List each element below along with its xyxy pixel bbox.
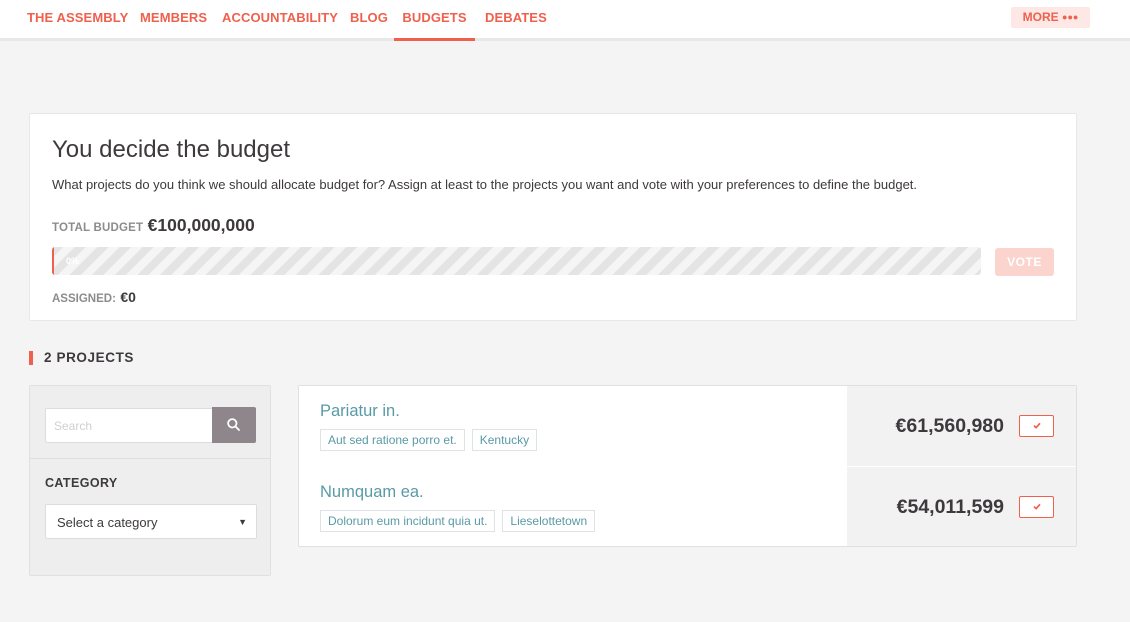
search-icon (227, 418, 240, 431)
search-input[interactable] (45, 408, 213, 443)
project-tag[interactable]: Lieselottetown (502, 510, 596, 532)
filters-sidebar: CATEGORY Select a category ▼ (29, 385, 271, 576)
category-label: CATEGORY (45, 476, 118, 490)
budget-progress-text: 0% (66, 256, 80, 266)
nav-item-the-assembly[interactable]: THE ASSEMBLY (27, 0, 128, 38)
project-tags: Aut sed ratione porro et. Kentucky (320, 429, 544, 451)
nav-item-accountability[interactable]: ACCOUNTABILITY (222, 0, 338, 38)
category-select[interactable]: Select a category ▼ (45, 504, 257, 539)
top-navigation: THE ASSEMBLY MEMBERS ACCOUNTABILITY BLOG… (0, 0, 1130, 41)
add-project-button[interactable] (1019, 496, 1054, 518)
filter-divider (30, 458, 270, 459)
project-row: Pariatur in. Aut sed ratione porro et. Ke… (299, 386, 1076, 466)
project-row: Numquam ea. Dolorum eum incidunt quia ut… (299, 467, 1076, 546)
budget-title: You decide the budget (52, 136, 290, 163)
check-icon (1033, 422, 1041, 429)
projects-count-heading: 2 PROJECTS (29, 351, 134, 365)
more-menu-button[interactable]: MORE ●●● (1011, 7, 1090, 28)
project-amount: €61,560,980 (895, 415, 1004, 437)
project-info: Pariatur in. Aut sed ratione porro et. Ke… (299, 386, 847, 466)
project-budget-panel: €61,560,980 (847, 386, 1076, 466)
project-tags: Dolorum eum incidunt quia ut. Lieselottet… (320, 510, 602, 532)
vote-button[interactable]: VOTE (995, 248, 1054, 276)
total-budget: TOTAL BUDGET €100,000,000 (52, 215, 255, 236)
assigned-budget: ASSIGNED: €0 (52, 289, 136, 307)
project-title-link[interactable]: Pariatur in. (320, 402, 400, 421)
total-budget-value: €100,000,000 (147, 215, 255, 235)
assigned-value: €0 (120, 289, 136, 305)
search-button[interactable] (212, 407, 256, 443)
project-tag[interactable]: Dolorum eum incidunt quia ut. (320, 510, 496, 532)
check-icon (1033, 503, 1041, 510)
category-select-value: Select a category (57, 515, 158, 530)
project-info: Numquam ea. Dolorum eum incidunt quia ut… (299, 467, 847, 546)
nav-item-blog[interactable]: BLOG (350, 0, 388, 38)
more-menu-label: MORE (1022, 10, 1059, 24)
budget-progress-fill (52, 247, 54, 275)
add-project-button[interactable] (1019, 415, 1054, 437)
nav-item-budgets[interactable]: BUDGETS (394, 0, 475, 41)
chevron-down-icon: ▼ (238, 517, 247, 527)
budget-summary-card: You decide the budget What projects do y… (29, 113, 1077, 321)
project-tag[interactable]: Kentucky (471, 429, 538, 451)
project-list: Pariatur in. Aut sed ratione porro et. Ke… (298, 385, 1077, 547)
budget-description: What projects do you think we should all… (52, 177, 918, 192)
project-title-link[interactable]: Numquam ea. (320, 483, 424, 502)
more-dots-icon: ●●● (1062, 12, 1079, 22)
assigned-label: ASSIGNED: (52, 293, 116, 305)
budget-progress-bar: 0% (52, 247, 981, 275)
nav-item-members[interactable]: MEMBERS (140, 0, 207, 38)
nav-item-debates[interactable]: DEBATES (485, 0, 547, 38)
project-amount: €54,011,599 (896, 496, 1004, 518)
project-tag[interactable]: Aut sed ratione porro et. (320, 429, 465, 451)
project-budget-panel: €54,011,599 (847, 467, 1076, 546)
total-budget-label: TOTAL BUDGET (52, 222, 144, 234)
